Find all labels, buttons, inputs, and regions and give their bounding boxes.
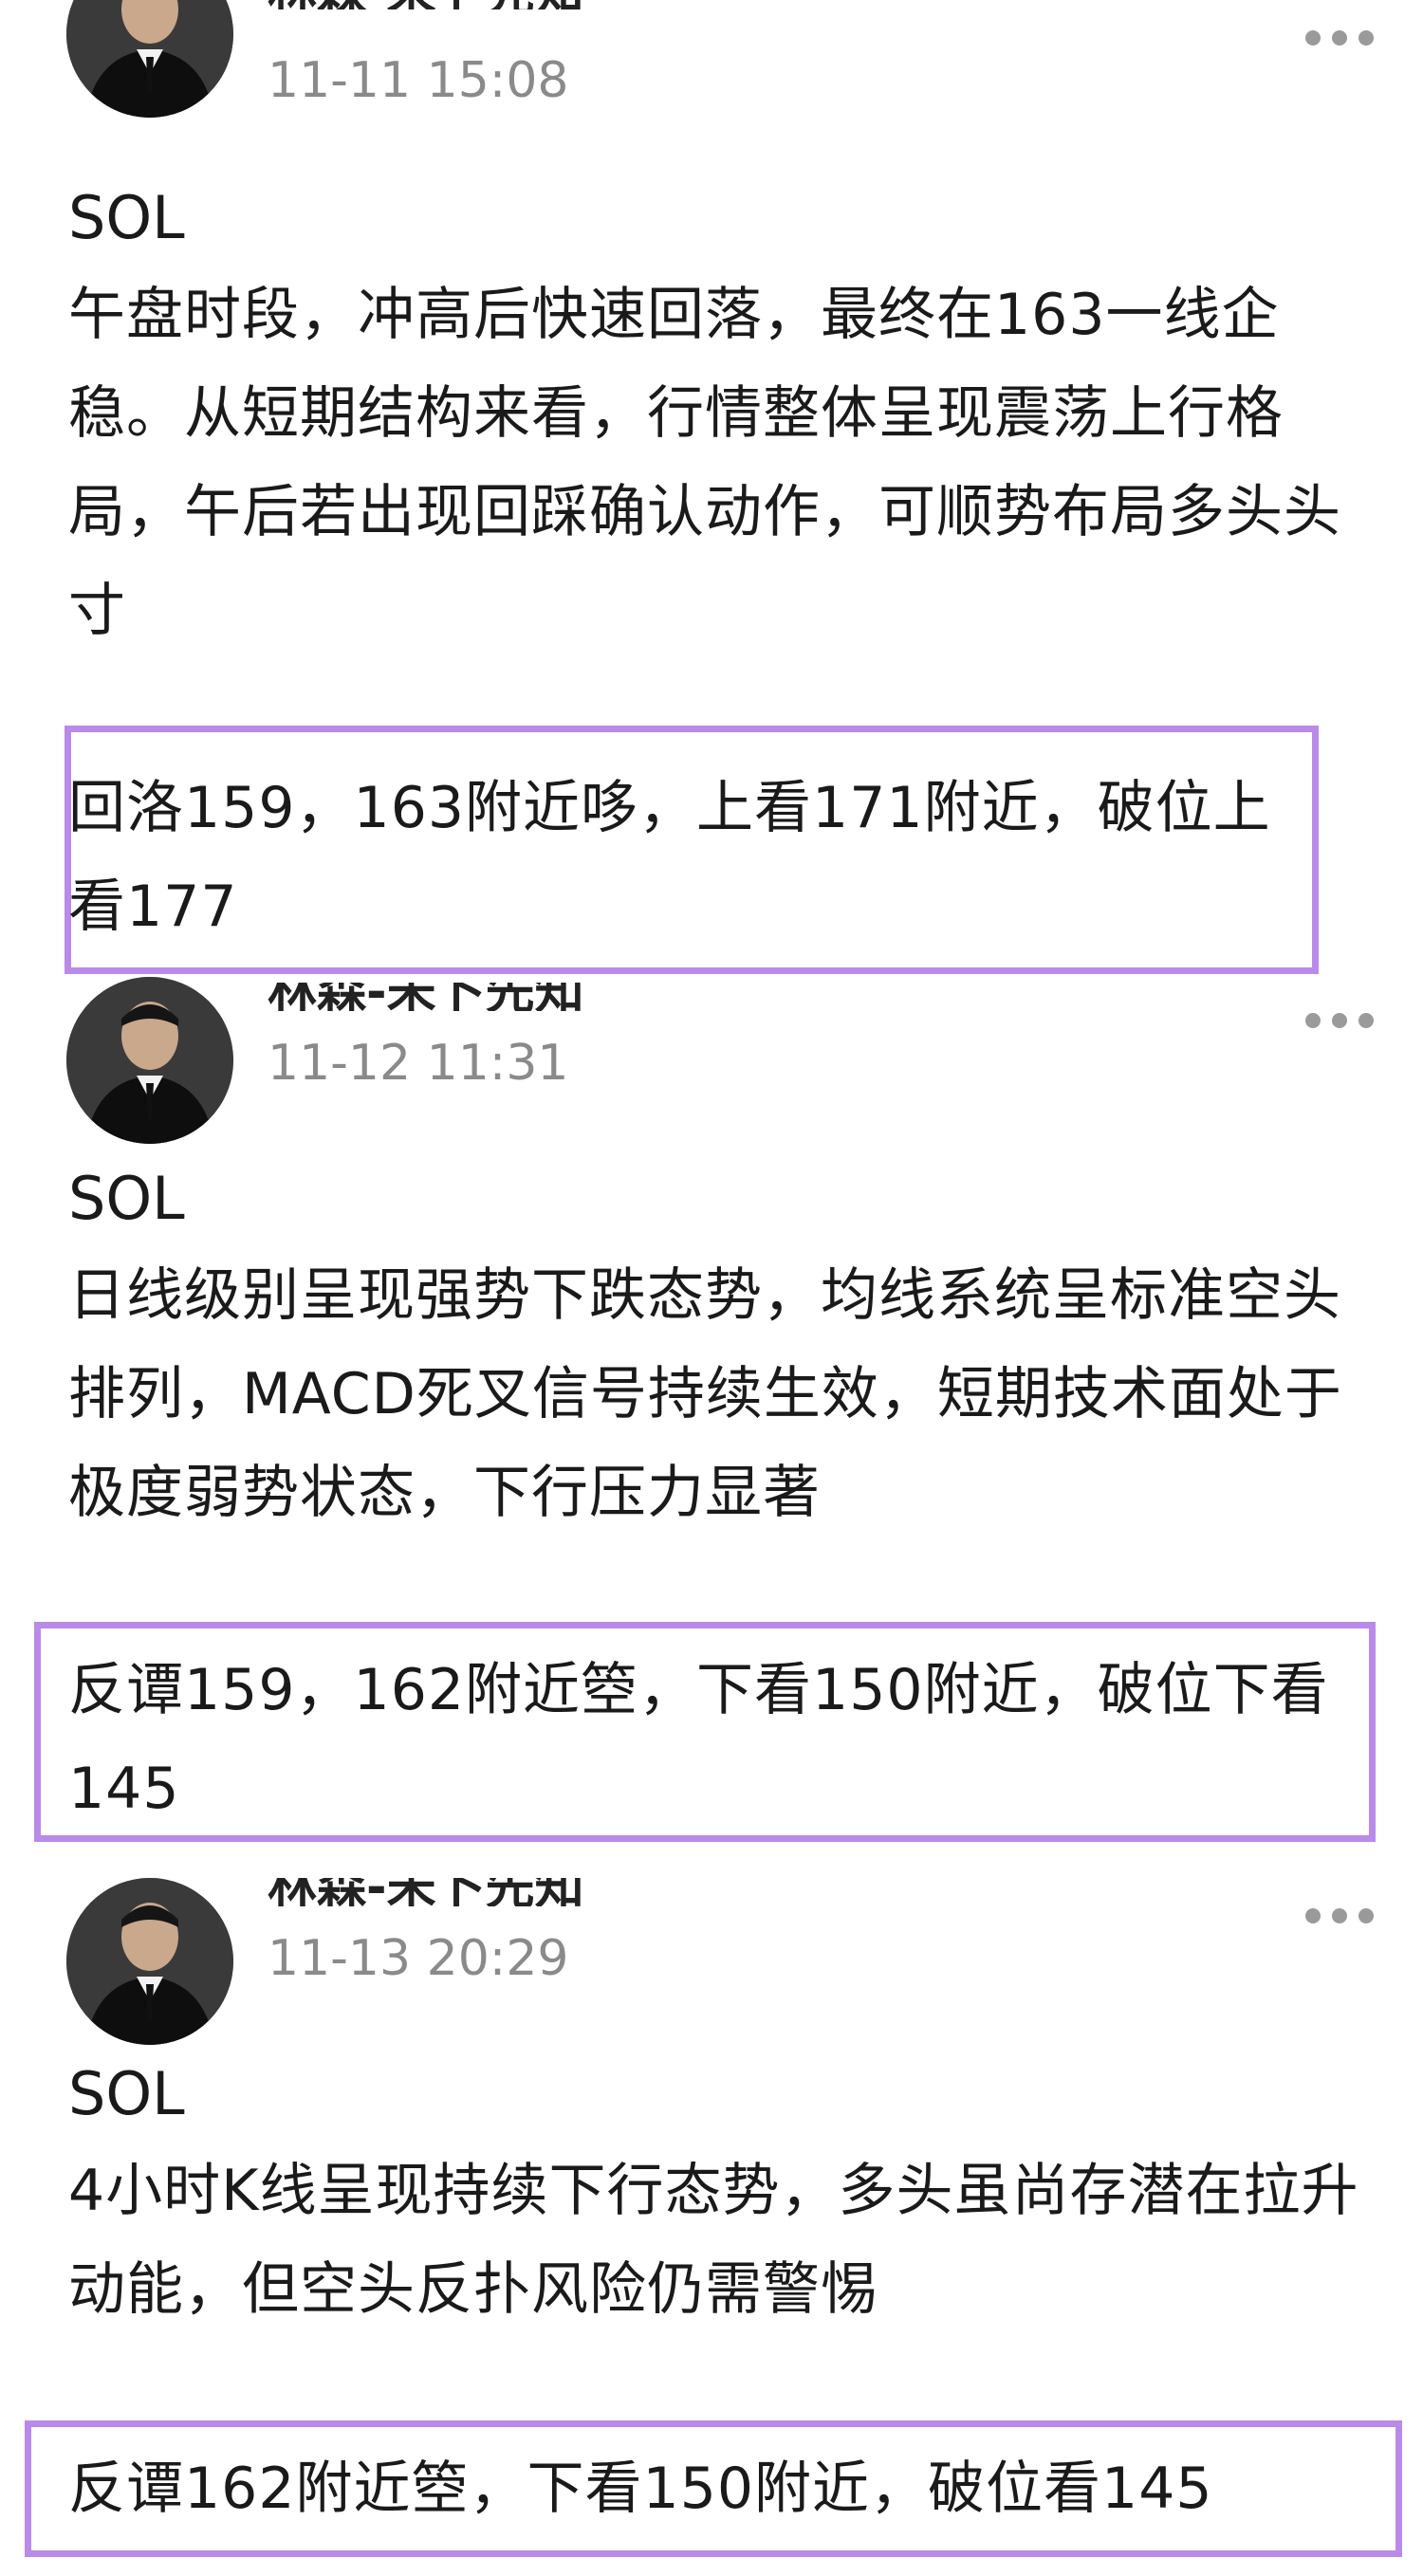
more-icon[interactable] (1302, 23, 1377, 51)
post-card: 林森-未卜先知 11-11 15:08 SOL 午盘时段，冲高后快速回落，最终在… (0, 0, 1423, 977)
author-name[interactable]: 林森-未卜先知 (268, 0, 584, 9)
avatar[interactable] (66, 0, 233, 118)
more-icon[interactable] (1302, 1005, 1377, 1034)
strategy-text: 反谭159，162附近箜，下看150附近，破位下看145 (68, 1657, 1329, 1822)
strategy-text: 回洛159，163附近哆，上看171附近，破位上看177 (68, 775, 1271, 940)
post-timestamp: 11-12 11:31 (268, 1035, 569, 1092)
avatar[interactable] (66, 1878, 233, 2045)
post-symbol: SOL (68, 183, 185, 252)
author-name[interactable]: 林森-未卜先知 (268, 983, 584, 1011)
avatar[interactable] (66, 977, 233, 1144)
post-body: 日线级别呈现强势下跌态势，均线系统呈标准空头排列，MACD死叉信号持续生效，短期… (68, 1262, 1342, 1526)
post-card: 林森-未卜先知 11-13 20:29 SOL 4小时K线呈现持续下行态势，多头… (0, 1878, 1423, 2576)
post-timestamp: 11-13 20:29 (268, 1930, 569, 1987)
author-name[interactable]: 林森-未卜先知 (268, 1878, 584, 1906)
more-icon[interactable] (1302, 1901, 1377, 1929)
post-timestamp: 11-11 15:08 (268, 52, 569, 109)
post-symbol: SOL (68, 1164, 185, 1233)
post-body: 4小时K线呈现持续下行态势，多头虽尚存潜在拉升动能，但空头反扑风险仍需警惕 (68, 2158, 1359, 2323)
post-body: 午盘时段，冲高后快速回落，最终在163一线企稳。从短期结构来看，行情整体呈现震荡… (68, 282, 1341, 644)
strategy-text: 反谭162附近箜，下看150附近，破位看145 (68, 2456, 1213, 2522)
post-symbol: SOL (68, 2059, 185, 2128)
post-card: 林森-未卜先知 11-12 11:31 SOL 日线级别呈现强势下跌态势，均线系… (0, 977, 1423, 1849)
